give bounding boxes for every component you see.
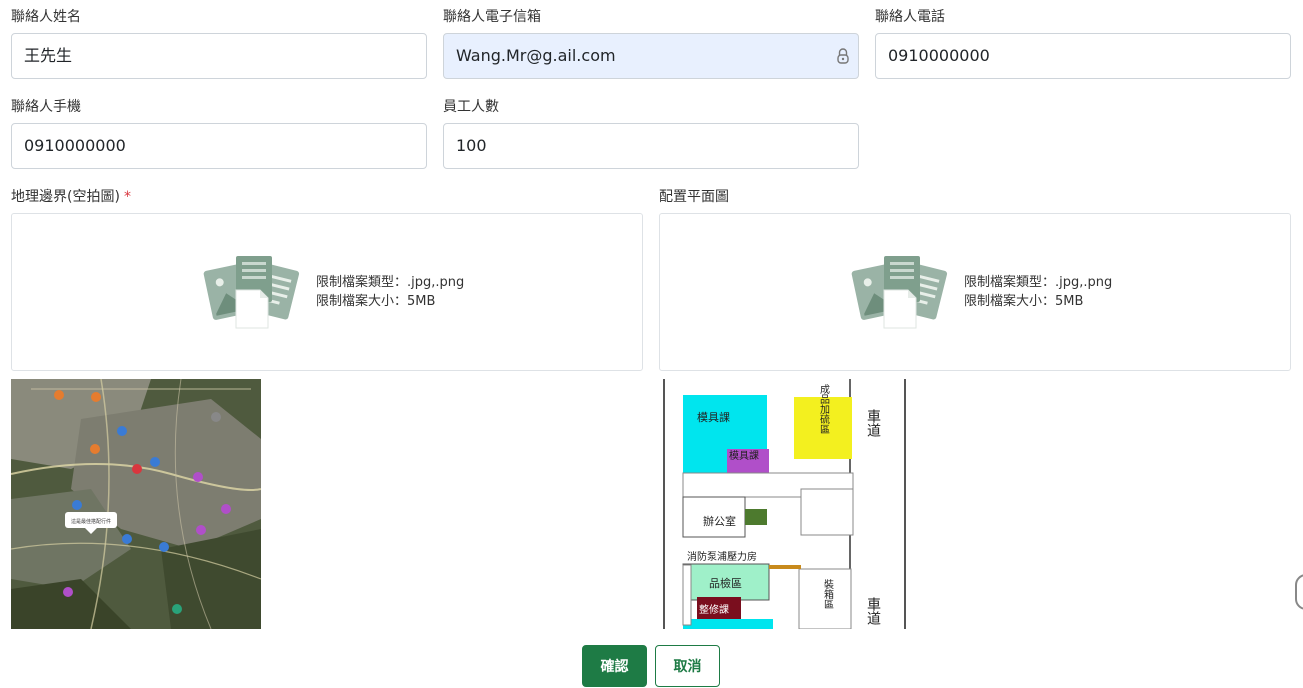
room-label: 整修課 bbox=[699, 603, 729, 616]
floorplan-image: 模具課 模具課 成品加硫區 辦公室 消防泵浦壓力房 品檢區 整修課 裝箱區 車道… bbox=[659, 379, 909, 629]
floorplan-preview: 模具課 模具課 成品加硫區 辦公室 消防泵浦壓力房 品檢區 整修課 裝箱區 車道… bbox=[659, 379, 909, 629]
lock-icon[interactable] bbox=[836, 47, 850, 65]
room-label: 模具課 bbox=[729, 449, 759, 462]
lane-label: 車道 bbox=[865, 408, 881, 438]
contact-mobile-label: 聯絡人手機 bbox=[11, 99, 81, 115]
contact-phone-input[interactable]: 0910000000 bbox=[875, 33, 1291, 79]
file-size-hint: 限制檔案大小：5MB bbox=[316, 294, 436, 309]
contact-phone-label: 聯絡人電話 bbox=[875, 9, 945, 25]
file-type-hint: 限制檔案類型：.jpg,.png bbox=[316, 275, 465, 290]
contact-name-label: 聯絡人姓名 bbox=[11, 9, 81, 25]
employee-count-label: 員工人數 bbox=[443, 99, 499, 115]
required-mark: * bbox=[123, 189, 131, 205]
contact-name-input[interactable]: 王先生 bbox=[11, 33, 427, 79]
aerial-map-image: 這是最佳搭配行件 bbox=[11, 379, 261, 629]
boundary-dropzone[interactable]: 限制檔案類型：.jpg,.png 限制檔案大小：5MB bbox=[11, 213, 643, 371]
map-tooltip-text: 這是最佳搭配行件 bbox=[71, 518, 111, 525]
cancel-button[interactable]: 取消 bbox=[655, 645, 720, 687]
aerial-map-preview: 這是最佳搭配行件 bbox=[11, 379, 261, 629]
lane-label: 車道 bbox=[865, 596, 881, 626]
boundary-dropzone-hints: 限制檔案類型：.jpg,.png 限制檔案大小：5MB bbox=[316, 273, 464, 311]
contact-mobile-input[interactable]: 0910000000 bbox=[11, 123, 427, 169]
file-type-hint: 限制檔案類型：.jpg,.png bbox=[964, 275, 1113, 290]
contact-email-label: 聯絡人電子信箱 bbox=[443, 9, 541, 25]
file-upload-icon bbox=[203, 256, 300, 329]
room-label-vertical: 成品加硫區 bbox=[818, 384, 830, 434]
room-label: 消防泵浦壓力房 bbox=[687, 550, 757, 563]
room-label: 模具課 bbox=[697, 410, 730, 424]
floorplan-dropzone-hints: 限制檔案類型：.jpg,.png 限制檔案大小：5MB bbox=[964, 273, 1112, 311]
file-upload-icon bbox=[851, 256, 948, 329]
room-label: 裝箱區 bbox=[822, 578, 834, 609]
contact-email-value: Wang.Mr@g.ail.com bbox=[456, 46, 616, 65]
room-label: 辦公室 bbox=[703, 514, 736, 528]
boundary-upload-label: 地理邊界(空拍圖) * bbox=[11, 186, 131, 206]
contact-email-input[interactable]: Wang.Mr@g.ail.com bbox=[443, 33, 859, 79]
employee-count-input[interactable]: 100 bbox=[443, 123, 859, 169]
floorplan-upload-label: 配置平面圖 bbox=[659, 189, 729, 205]
room-label: 品檢區 bbox=[709, 576, 742, 590]
floorplan-dropzone[interactable]: 限制檔案類型：.jpg,.png 限制檔案大小：5MB bbox=[659, 213, 1291, 371]
boundary-upload-label-text: 地理邊界(空拍圖) bbox=[11, 189, 120, 205]
room-label: 成品加硫區 bbox=[818, 384, 830, 434]
floating-helper-widget[interactable] bbox=[1295, 574, 1303, 610]
confirm-button[interactable]: 確認 bbox=[582, 645, 647, 687]
file-size-hint: 限制檔案大小：5MB bbox=[964, 294, 1084, 309]
